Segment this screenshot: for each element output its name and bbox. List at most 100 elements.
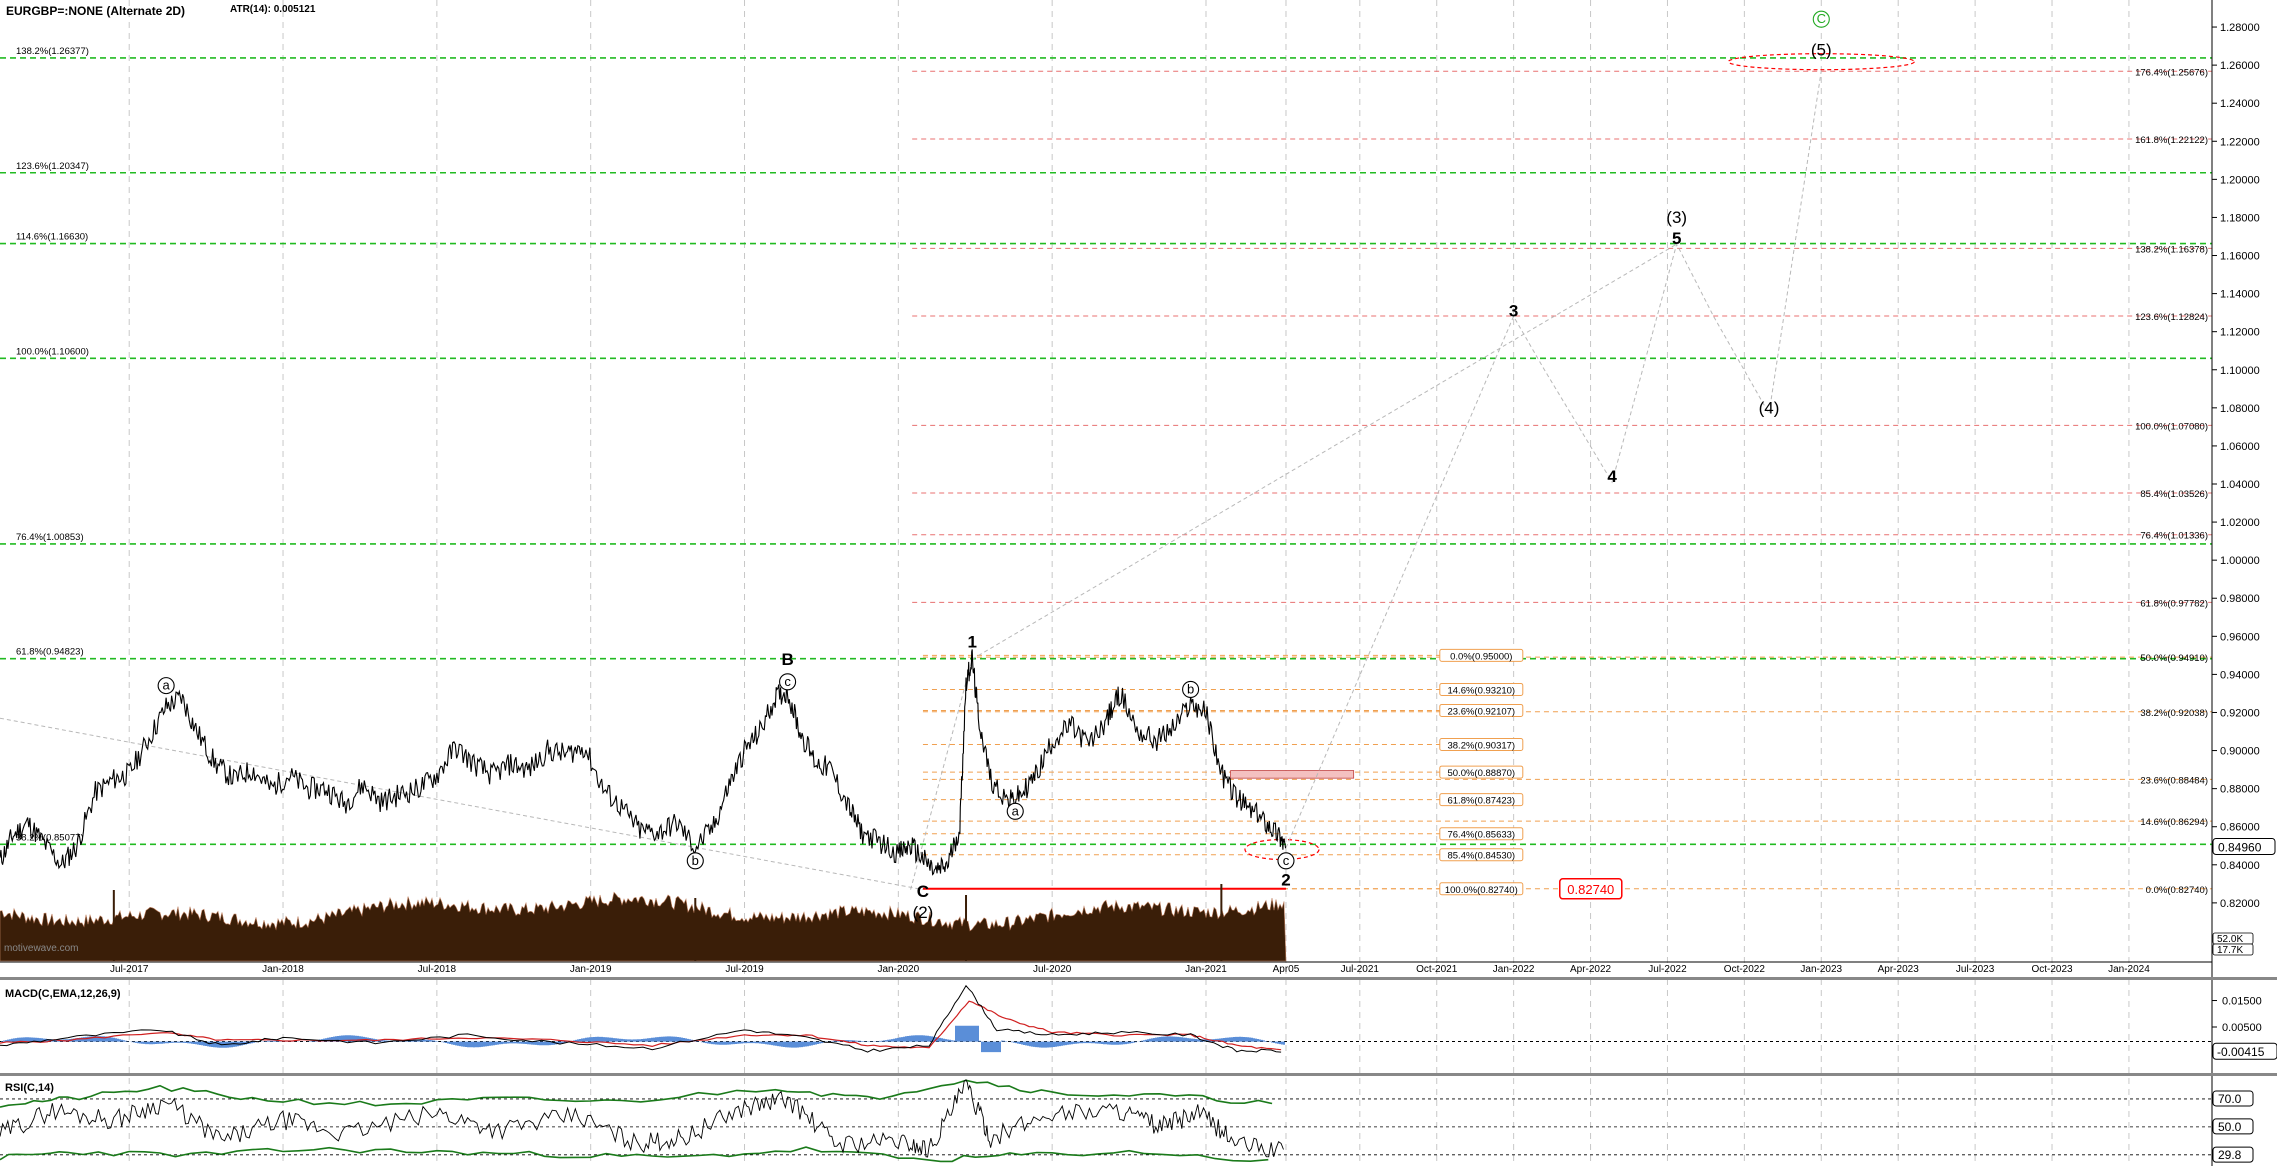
resistance-zone <box>1230 770 1355 779</box>
wave-label: C <box>917 882 929 901</box>
y-tick-label: 0.88000 <box>2220 784 2260 796</box>
x-tick-label: Oct-2022 <box>1724 964 1766 975</box>
x-tick-label: Jul-2023 <box>1956 964 1995 975</box>
y-tick-label: 1.02000 <box>2220 517 2260 529</box>
wave-label: (5) <box>1811 41 1832 60</box>
wave-label-text: a <box>1012 803 1020 818</box>
orange-retrace-label: 61.8%(0.87423) <box>1447 796 1515 807</box>
rsi-y-tick-label: 70.0 <box>2218 1092 2242 1106</box>
red-fib-label: 100.0%(1.07080) <box>2135 421 2208 432</box>
x-tick-label: Jan-2022 <box>1493 964 1535 975</box>
wave-label-text: 5 <box>1672 229 1681 248</box>
wave-label: (2) <box>913 903 934 922</box>
y-tick-label: 0.86000 <box>2220 822 2260 834</box>
x-tick-label: Jul-2020 <box>1033 964 1072 975</box>
y-tick-label: 1.28000 <box>2220 22 2260 34</box>
wave-label: b <box>1182 680 1200 698</box>
y-tick-label: 1.08000 <box>2220 403 2260 415</box>
y-tick-label: 1.24000 <box>2220 98 2260 110</box>
macd-y-tick-label: 0.01500 <box>2222 996 2262 1008</box>
y-tick-label: 1.20000 <box>2220 174 2260 186</box>
green-fib-label: 76.4%(1.00853) <box>16 532 84 543</box>
x-tick-label: Jul-2021 <box>1341 964 1380 975</box>
y-tick-label: 1.14000 <box>2220 289 2260 301</box>
y-tick-label: 1.18000 <box>2220 212 2260 224</box>
y-tick-label: 1.16000 <box>2220 251 2260 263</box>
wave-label: c <box>779 673 797 691</box>
orange-fib-label: 14.6%(0.86294) <box>2140 817 2208 828</box>
orange-retrace-label: 14.6%(0.93210) <box>1447 685 1515 696</box>
wave-label-text: c <box>1283 853 1290 868</box>
watermark: motivewave.com <box>4 943 78 954</box>
macd-title: MACD(C,EMA,12,26,9) <box>5 988 121 1000</box>
y-tick-label: 1.12000 <box>2220 327 2260 339</box>
orange-retrace-label: 38.2%(0.90317) <box>1447 741 1515 752</box>
atr-readout: ATR(14): 0.005121 <box>230 4 316 15</box>
y-tick-label: 0.90000 <box>2220 746 2260 758</box>
rsi-y-tick-label: 29.8 <box>2218 1148 2242 1162</box>
wave-label-text: (2) <box>913 903 934 922</box>
volume-axis-label: 17.7K <box>2217 945 2243 956</box>
x-tick-label: Oct-2023 <box>2031 964 2073 975</box>
wave-label: C <box>1812 10 1830 28</box>
green-fib-label: 38.2%(0.85077) <box>16 832 84 843</box>
red-fib-label: 123.6%(1.12824) <box>2135 312 2208 323</box>
wave-label: a <box>157 677 175 695</box>
x-tick-label: Jan-2023 <box>1800 964 1842 975</box>
wave-label: 1 <box>967 633 976 652</box>
green-fib-label: 123.6%(1.20347) <box>16 161 89 172</box>
wave-label: (3) <box>1666 208 1687 227</box>
orange-fib-label: 0.0%(0.82740) <box>2146 885 2208 896</box>
orange-fib-label: 50.0%(0.94910) <box>2140 653 2208 664</box>
wave-label: c <box>1277 852 1295 870</box>
y-tick-label: 0.96000 <box>2220 631 2260 643</box>
y-tick-label: 1.04000 <box>2220 479 2260 491</box>
wave-label-text: (5) <box>1811 41 1832 60</box>
wave-label: B <box>781 650 793 669</box>
wave-label-text: C <box>1817 11 1826 26</box>
y-tick-label: 0.94000 <box>2220 669 2260 681</box>
wave-label-text: C <box>917 882 929 901</box>
wave-label: (4) <box>1759 399 1780 418</box>
wave-label-text: 2 <box>1281 871 1290 890</box>
wave-label-text: (3) <box>1666 208 1687 227</box>
chart-canvas: 138.2%(1.26377) 123.6%(1.20347) 114.6%(1.1… <box>0 0 2277 1166</box>
y-tick-label: 1.22000 <box>2220 136 2260 148</box>
wave-label-text: b <box>1187 681 1194 696</box>
orange-fib-label: 38.2%(0.92038) <box>2140 708 2208 719</box>
wave-label-text: b <box>692 853 699 868</box>
orange-retrace-label: 23.6%(0.92107) <box>1447 706 1515 717</box>
y-tick-label: 1.10000 <box>2220 365 2260 377</box>
x-tick-label: Jul-2022 <box>1648 964 1687 975</box>
x-tick-label: Jan-2019 <box>570 964 612 975</box>
red-fib-label: 85.4%(1.03526) <box>2140 489 2208 500</box>
rsi-title: RSI(C,14) <box>5 1082 54 1094</box>
wave-label: 4 <box>1607 467 1617 486</box>
orange-fib-label: 23.6%(0.88484) <box>2140 775 2208 786</box>
wave-label: b <box>686 852 704 870</box>
red-fib-label: 161.8%(1.22122) <box>2135 135 2208 146</box>
orange-retrace-label: 100.0%(0.82740) <box>1445 885 1518 896</box>
panel-divider-rsi[interactable] <box>0 1073 2277 1076</box>
wave-label-text: 1 <box>967 633 976 652</box>
panel-divider-macd[interactable] <box>0 977 2277 980</box>
wave-label-text: c <box>784 674 791 689</box>
x-tick-label: Apr-2022 <box>1570 964 1612 975</box>
rsi-y-tick-label: 50.0 <box>2218 1120 2242 1134</box>
x-tick-label: Jul-2019 <box>725 964 764 975</box>
red-fib-label: 61.8%(0.97782) <box>2140 598 2208 609</box>
wave-label-text: 4 <box>1607 467 1617 486</box>
orange-retrace-label: 0.0%(0.95000) <box>1450 651 1512 662</box>
x-tick-label: Apr-2023 <box>1878 964 1920 975</box>
wave-label-text: a <box>163 678 171 693</box>
x-tick-label: Oct-2021 <box>1416 964 1458 975</box>
wave-label-text: B <box>781 650 793 669</box>
orange-retrace-label: 76.4%(0.85633) <box>1447 830 1515 841</box>
y-tick-label: 0.98000 <box>2220 593 2260 605</box>
y-tick-label: 0.84000 <box>2220 860 2260 872</box>
y-tick-label: 1.26000 <box>2220 60 2260 72</box>
orange-retrace-label: 50.0%(0.88870) <box>1447 768 1515 779</box>
macd-last-label: -0.00415 <box>2217 1045 2265 1059</box>
green-fib-label: 100.0%(1.10600) <box>16 346 89 357</box>
x-tick-label: Jan-2020 <box>877 964 919 975</box>
